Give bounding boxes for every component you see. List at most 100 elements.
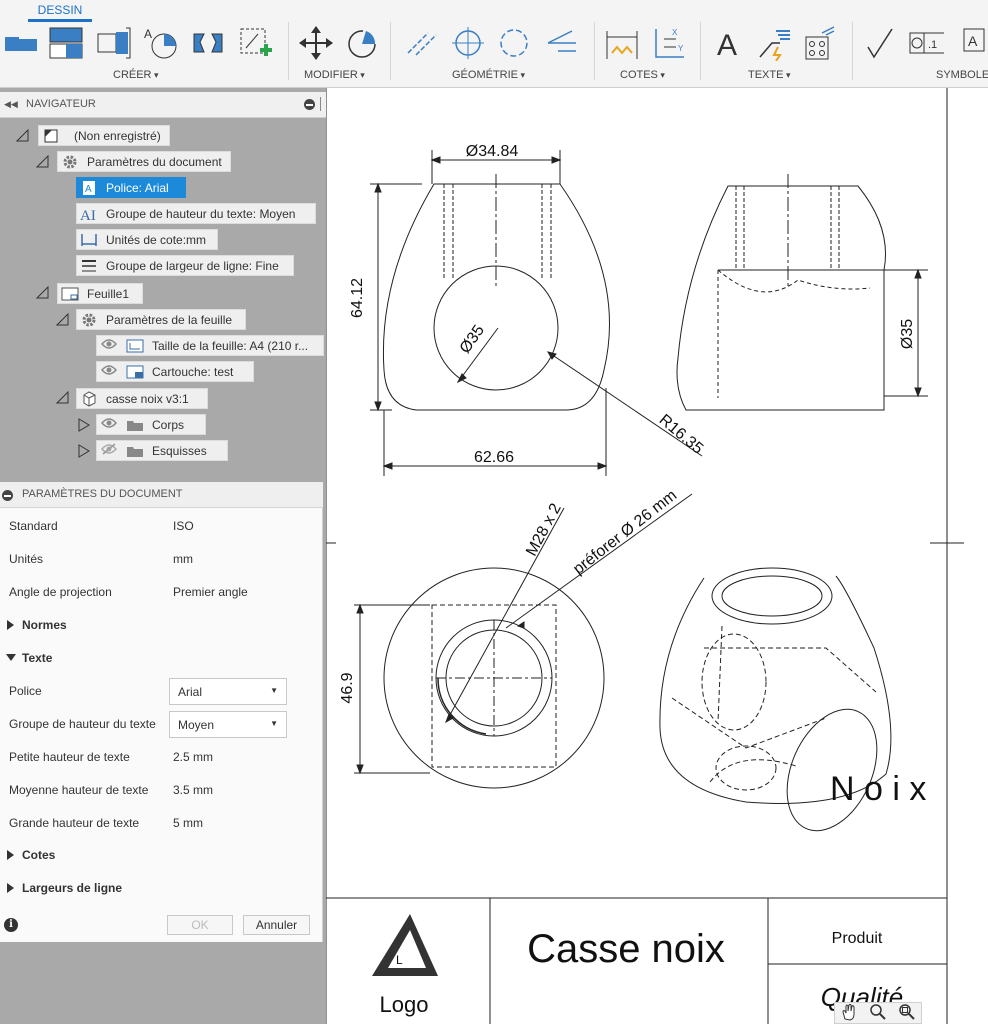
- eye-icon[interactable]: [101, 338, 117, 353]
- section-normes[interactable]: Normes: [0, 610, 323, 640]
- tab-dessin[interactable]: DESSIN: [28, 0, 92, 22]
- section-cotes[interactable]: Cotes: [0, 840, 323, 870]
- tree-root-label: (Non enregistré): [74, 128, 161, 143]
- tree-sheet[interactable]: Feuille1: [57, 283, 143, 304]
- dim-height[interactable]: 64.12: [349, 278, 366, 318]
- product-label[interactable]: Produit: [832, 930, 883, 947]
- param-medium-height-value[interactable]: 3.5 mm: [173, 783, 213, 797]
- collapse-left-icon[interactable]: ◀◀: [4, 99, 18, 110]
- tree-sketches[interactable]: Esquisses: [96, 440, 228, 461]
- dim-radius[interactable]: R16.35: [656, 411, 707, 457]
- ok-button[interactable]: OK: [167, 915, 233, 935]
- tree-root[interactable]: (Non enregistré): [38, 125, 170, 146]
- drawing-title[interactable]: Casse noix: [527, 927, 725, 971]
- zoom-icon[interactable]: [869, 1003, 887, 1024]
- centerline-icon[interactable]: [404, 24, 440, 62]
- center-mark-pattern-icon[interactable]: [496, 24, 532, 62]
- cancel-button[interactable]: Annuler: [243, 915, 310, 935]
- drawing-canvas[interactable]: Ø34.84 64.12 Ø35 R16.35 62.66 Ø35 M28 x …: [326, 88, 988, 1024]
- surface-texture-icon[interactable]: [862, 24, 898, 62]
- edge-extension-icon[interactable]: [544, 24, 580, 62]
- navigator-resize-handle[interactable]: [320, 97, 321, 111]
- tree-dim-units[interactable]: Unités de cote:mm: [76, 229, 218, 250]
- iso-label[interactable]: N o i x: [830, 770, 926, 808]
- ribbon-separator: [852, 22, 853, 80]
- expand-triangle-icon[interactable]: [16, 129, 30, 143]
- dim-hole-diameter[interactable]: Ø35: [457, 322, 488, 357]
- dim-top-view-height[interactable]: 46.9: [339, 672, 356, 703]
- eye-icon[interactable]: [101, 364, 117, 379]
- collapse-triangle-icon[interactable]: [78, 418, 92, 432]
- param-small-height-value[interactable]: 2.5 mm: [173, 750, 213, 764]
- tree-doc-params[interactable]: Paramètres du document: [57, 151, 231, 172]
- svg-text:A: A: [144, 27, 152, 41]
- expand-triangle-icon[interactable]: [36, 155, 50, 169]
- param-units-value: mm: [173, 552, 193, 566]
- tree-text-height-group[interactable]: AI Groupe de hauteur du texte: Moyen: [76, 203, 316, 224]
- detail-view-icon[interactable]: A: [142, 24, 178, 62]
- navigator-close-icon[interactable]: [304, 99, 315, 110]
- tree-sheet-size[interactable]: Taille de la feuille: A4 (210 r...: [96, 335, 324, 356]
- datum-icon[interactable]: A: [958, 24, 988, 62]
- break-view-icon[interactable]: [190, 24, 226, 62]
- side-view[interactable]: [676, 174, 928, 411]
- group-label-symbole[interactable]: SYMBOLE: [936, 69, 988, 81]
- section-largeurs-label: Largeurs de ligne: [22, 881, 123, 895]
- svg-text:A: A: [968, 33, 978, 49]
- param-small-height-label: Petite hauteur de texte: [9, 750, 130, 764]
- eye-icon[interactable]: [101, 417, 117, 432]
- font-setting-icon: A: [80, 180, 98, 196]
- section-normes-label: Normes: [22, 618, 67, 632]
- group-label-modifier[interactable]: MODIFIER: [304, 69, 365, 81]
- front-view[interactable]: [370, 150, 703, 476]
- height-group-select[interactable]: Moyen ▼: [169, 711, 287, 738]
- zoom-window-icon[interactable]: [898, 1003, 916, 1024]
- section-texte[interactable]: Texte: [0, 643, 323, 673]
- section-largeurs[interactable]: Largeurs de ligne: [0, 873, 323, 903]
- tree-bodies[interactable]: Corps: [96, 414, 206, 435]
- info-icon[interactable]: i: [4, 918, 18, 932]
- tree-title-block[interactable]: Cartouche: test: [96, 361, 254, 382]
- tree-component[interactable]: casse noix v3:1: [76, 388, 208, 409]
- eye-hidden-icon[interactable]: [101, 443, 117, 458]
- tree-sheet-label: Feuille1: [87, 286, 130, 301]
- group-label-geometrie[interactable]: GÉOMÉTRIE: [452, 69, 525, 81]
- drawing-sheet[interactable]: Ø34.84 64.12 Ø35 R16.35 62.66 Ø35 M28 x …: [326, 88, 988, 1024]
- top-view[interactable]: [354, 493, 693, 789]
- text-icon[interactable]: A: [710, 24, 746, 62]
- collapse-panel-icon[interactable]: [2, 490, 13, 501]
- expand-triangle-icon[interactable]: [56, 313, 70, 327]
- move-icon[interactable]: [298, 24, 334, 62]
- line-width-icon: [80, 258, 98, 274]
- param-large-height-value[interactable]: 5 mm: [173, 816, 203, 830]
- expand-triangle-icon[interactable]: [56, 391, 70, 405]
- projected-view-icon[interactable]: [48, 24, 84, 62]
- sketch-add-icon[interactable]: [238, 24, 274, 62]
- rotate-icon[interactable]: [344, 24, 380, 62]
- leader-icon[interactable]: [756, 24, 792, 62]
- center-mark-icon[interactable]: [450, 24, 486, 62]
- table-icon[interactable]: [800, 24, 836, 62]
- tree-sheet-params[interactable]: Paramètres de la feuille: [76, 309, 246, 330]
- tree-line-width-group[interactable]: Groupe de largeur de ligne: Fine: [76, 255, 294, 276]
- base-view-icon[interactable]: [2, 24, 40, 62]
- section-view-icon[interactable]: [96, 24, 132, 62]
- font-select[interactable]: Arial ▼: [169, 678, 287, 705]
- collapse-triangle-icon[interactable]: [78, 444, 92, 458]
- dim-top-width[interactable]: Ø34.84: [466, 143, 519, 160]
- thread-note[interactable]: M28 x 2: [523, 501, 565, 559]
- group-label-texte[interactable]: TEXTE: [748, 69, 790, 81]
- group-label-creer[interactable]: CRÉER: [113, 69, 159, 81]
- param-standard-label: Standard: [9, 519, 58, 533]
- ordinate-dimension-icon[interactable]: XY: [650, 24, 686, 62]
- predrill-note[interactable]: préforer Ø 26 mm: [570, 487, 680, 578]
- dim-bottom-width[interactable]: 62.66: [474, 449, 514, 466]
- pan-hand-icon[interactable]: [840, 1003, 858, 1024]
- dim-side-hole[interactable]: Ø35: [899, 319, 916, 349]
- group-label-cotes[interactable]: COTES: [620, 69, 665, 81]
- collapsed-arrow-icon: [7, 850, 14, 860]
- feature-control-frame-icon[interactable]: .1: [908, 24, 944, 62]
- dimension-icon[interactable]: [604, 24, 640, 62]
- expand-triangle-icon[interactable]: [36, 286, 50, 300]
- tree-font[interactable]: A Police: Arial: [76, 177, 186, 198]
